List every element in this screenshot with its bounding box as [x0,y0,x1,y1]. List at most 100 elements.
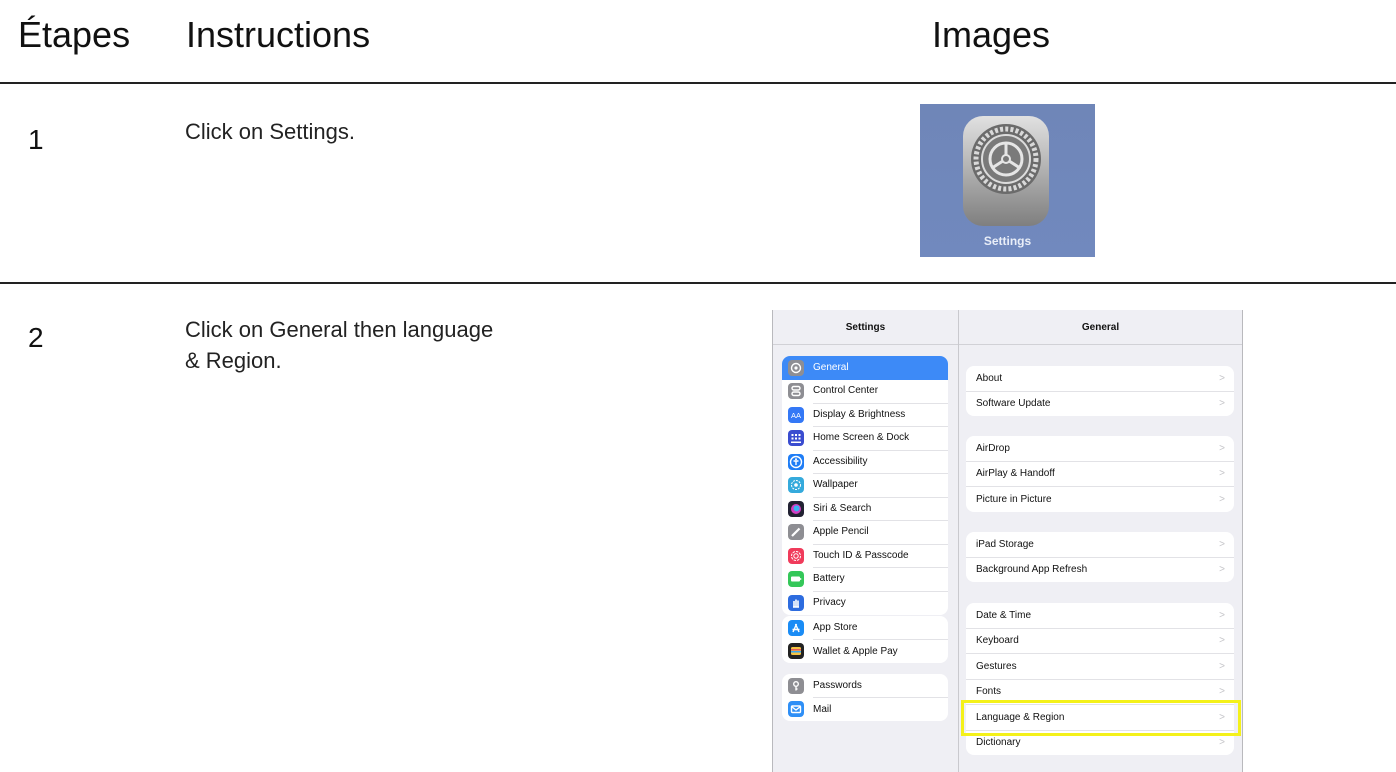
detail-row[interactable]: Gestures > [966,654,1234,680]
detail-row-label: About [976,372,1003,384]
detail-group: About > Software Update > [966,366,1234,416]
detail-row[interactable]: Date & Time > [966,603,1234,629]
chevron-right-icon: > [1219,493,1225,505]
detail-group: iPad Storage > Background App Refresh > [966,532,1234,582]
step-2-number: 2 [28,322,44,353]
language-region-highlight [961,700,1241,736]
pencil-icon [788,524,804,541]
fingerprint-icon [788,547,804,564]
detail-row[interactable]: AirPlay & Handoff > [966,462,1234,487]
header-instructions: Instructions [186,14,371,55]
detail-row-label: Fonts [976,686,1002,698]
chevron-right-icon: > [1219,564,1225,576]
gear-icon [788,359,804,376]
chevron-right-icon: > [1219,660,1225,672]
chevron-right-icon: > [1219,372,1225,384]
svg-text:AA: AA [791,411,801,420]
step-1-number: 1 [28,124,44,155]
sidebar-item-label: Control Center [813,379,948,404]
ipad-settings-screenshot: Settings General Control Center AA Display … [772,310,1243,772]
detail-row[interactable]: Picture in Picture > [966,487,1234,512]
sidebar-item-label: Display & Brightness [813,403,948,427]
chevron-right-icon: > [1219,468,1225,480]
sidebar-item[interactable]: Battery [782,568,948,592]
siri-icon [788,500,804,517]
sidebar-item[interactable]: Control Center [782,380,948,404]
sidebar-item[interactable]: Home Screen & Dock [782,427,948,451]
detail-row[interactable]: iPad Storage > [966,532,1234,558]
instruction-document: Étapes Instructions Images 1 Click on Se… [0,0,1396,772]
detail-row[interactable]: Background App Refresh > [966,558,1234,583]
sidebar-item-label: App Store [813,616,948,640]
sidebar-item[interactable]: Touch ID & Passcode [782,544,948,568]
sidebar-item[interactable]: General [782,356,948,380]
settings-icon-label: Settings [983,234,1032,248]
sidebar-item[interactable]: Privacy [782,591,948,615]
settings-gear-icon [963,116,1049,226]
sidebar-group: Passwords Mail [782,674,948,721]
chevron-right-icon: > [1219,398,1225,410]
header-steps: Étapes [18,14,131,55]
settings-app-screenshot: Settings [920,104,1095,257]
sidebar-item[interactable]: Passwords [782,674,948,698]
detail-row-label: Date & Time [976,609,1032,621]
detail-title: General [1081,322,1120,333]
sidebar-item-label: Home Screen & Dock [813,426,948,451]
sidebar-item-label: Passwords [813,674,948,698]
battery-icon [788,571,804,588]
header-images: Images [932,14,1051,55]
chevron-right-icon: > [1219,686,1225,698]
key-icon [788,677,804,694]
detail-row[interactable]: About > [966,366,1234,392]
accessibility-icon [788,453,804,470]
detail-row[interactable]: Software Update > [966,392,1234,417]
flower-icon [788,477,804,494]
detail-row-label: Background App Refresh [976,564,1088,576]
step-2-instruction: Click on General then language & Region. [185,317,494,373]
step-divider [0,282,1396,284]
settings-sidebar: Settings General Control Center AA Display … [773,310,959,772]
detail-row-label: AirPlay & Handoff [976,468,1055,480]
sidebar-item-label: Battery [813,567,948,592]
sidebar-item[interactable]: App Store [782,616,948,640]
sidebar-item-label: Touch ID & Passcode [813,544,948,568]
detail-group: AirDrop > AirPlay & Handoff > Picture in Pic… [966,436,1234,512]
sidebar-item[interactable]: Wallpaper [782,474,948,498]
sidebar-title: Settings [845,322,886,333]
header-divider [0,82,1396,84]
chevron-right-icon: > [1219,609,1225,621]
detail-row-label: Dictionary [976,737,1021,749]
aa-icon: AA [788,406,804,423]
sidebar-item[interactable]: Wallet & Apple Pay [782,640,948,664]
chevron-right-icon: > [1219,442,1225,454]
chevron-right-icon: > [1219,737,1225,749]
sidebar-item[interactable]: Siri & Search [782,497,948,521]
grid-icon [788,430,804,447]
detail-row-label: Picture in Picture [976,493,1052,505]
sidebar-item-label: Siri & Search [813,497,948,521]
sidebar-item[interactable]: Accessibility [782,450,948,474]
step-1-instruction: Click on Settings. [185,119,355,144]
sidebar-item-label: General [813,362,849,374]
wallet-icon [788,643,804,660]
detail-row-label: AirDrop [976,442,1010,454]
detail-row[interactable]: Keyboard > [966,629,1234,654]
sidebar-item[interactable]: Mail [782,698,948,722]
sidebar-item-label: Wallet & Apple Pay [813,645,898,657]
sidebar-item-label: Wallpaper [813,473,948,498]
chevron-right-icon: > [1219,635,1225,647]
sidebar-item-label: Accessibility [813,450,948,474]
sidebar-item[interactable]: Apple Pencil [782,521,948,545]
sidebar-group: App Store Wallet & Apple Pay [782,616,948,663]
sidebar-item-label: Privacy [813,597,846,609]
detail-row[interactable]: AirDrop > [966,436,1234,462]
toggle-icon [788,383,804,400]
sidebar-group: General Control Center AA Display & Brightn… [782,356,948,615]
detail-row-label: Keyboard [976,635,1019,647]
hand-icon [788,594,804,611]
detail-row-label: iPad Storage [976,538,1034,550]
chevron-right-icon: > [1219,538,1225,550]
detail-row-label: Gestures [976,660,1017,672]
sidebar-item-label: Apple Pencil [813,520,948,545]
sidebar-item[interactable]: AA Display & Brightness [782,403,948,427]
